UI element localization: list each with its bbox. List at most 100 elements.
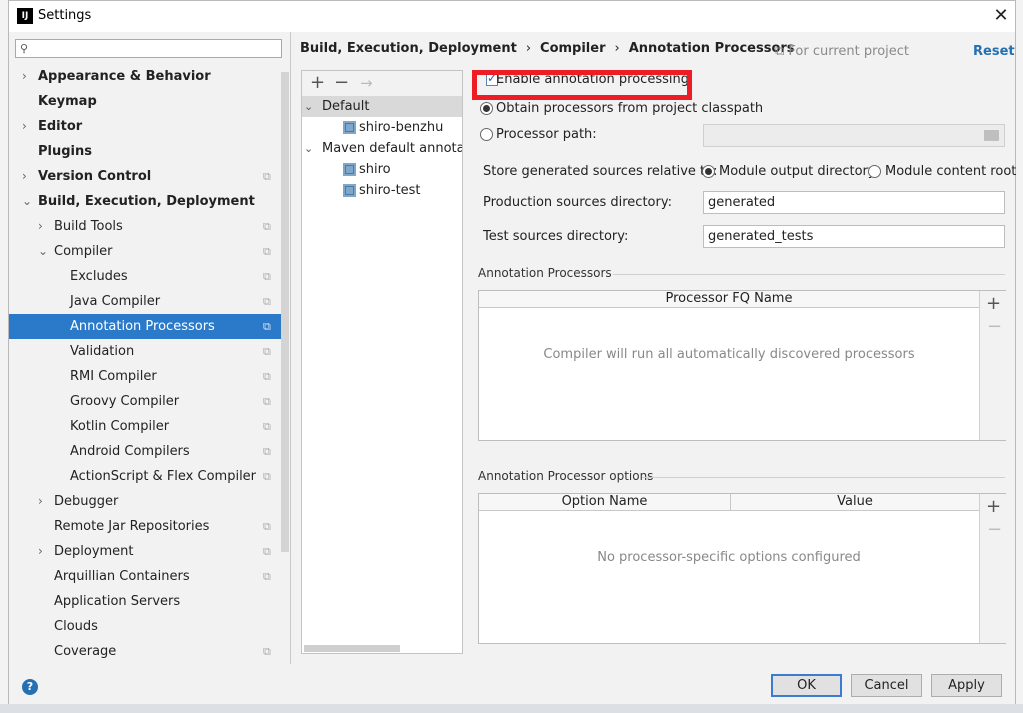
project-scope-icon: ⧉ <box>263 645 271 658</box>
sidebar-item[interactable]: Java Compiler ⧉ <box>9 289 282 314</box>
apply-button[interactable]: Apply <box>931 674 1002 697</box>
sidebar-item-label: Keymap <box>38 94 97 109</box>
background-app-right <box>1016 0 1023 713</box>
module-output-label[interactable]: Module output directory <box>719 164 876 179</box>
remove-processor-button[interactable]: − <box>987 316 1002 337</box>
processor-fq-name-header[interactable]: Processor FQ Name <box>479 291 979 308</box>
search-input[interactable]: ⚲ <box>15 39 282 58</box>
module-content-radio[interactable] <box>868 165 881 178</box>
profile-item[interactable]: shiro <box>302 159 462 180</box>
project-scope-icon: ⧉ <box>263 270 271 283</box>
sidebar-item[interactable]: ActionScript & Flex Compiler ⧉ <box>9 464 282 489</box>
help-icon[interactable]: ? <box>22 679 38 695</box>
sidebar-item[interactable]: Coverage ⧉ <box>9 639 282 664</box>
profiles-hscrollbar[interactable] <box>304 645 400 652</box>
sidebar-item[interactable]: Remote Jar Repositories ⧉ <box>9 514 282 539</box>
breadcrumb-item[interactable]: Compiler <box>540 41 605 56</box>
value-header[interactable]: Value <box>730 494 979 511</box>
sidebar-item-label: Deployment <box>54 544 134 559</box>
remove-profile-button[interactable]: − <box>334 72 349 94</box>
sidebar-item[interactable]: › Deployment ⧉ <box>9 539 282 564</box>
sidebar-item[interactable]: Clouds <box>9 614 282 639</box>
sidebar-item[interactable]: Validation ⧉ <box>9 339 282 364</box>
move-to-profile-button[interactable]: → <box>360 72 373 94</box>
sidebar-item[interactable]: Arquillian Containers ⧉ <box>9 564 282 589</box>
obtain-from-classpath-radio[interactable] <box>480 102 493 115</box>
project-scope-icon: ⧉ <box>263 345 271 358</box>
sidebar-item-label: Debugger <box>54 494 119 509</box>
sidebar-item[interactable]: › Appearance & Behavior <box>9 64 282 89</box>
sidebar-item[interactable]: RMI Compiler ⧉ <box>9 364 282 389</box>
profiles-toolbar: + − → <box>302 71 462 97</box>
reset-link[interactable]: Reset <box>973 44 1015 59</box>
sidebar-item-label: Build, Execution, Deployment <box>38 194 255 209</box>
profile-item[interactable]: shiro-test <box>302 180 462 201</box>
module-content-label[interactable]: Module content root <box>885 164 1016 179</box>
profile-item[interactable]: ⌄ Default <box>302 96 462 117</box>
sidebar-item[interactable]: › Version Control ⧉ <box>9 164 282 189</box>
sidebar-item-label: Plugins <box>38 144 92 159</box>
project-scope-icon: ⧉ <box>263 170 271 183</box>
sidebar-item-label: Remote Jar Repositories <box>54 519 210 534</box>
ok-button[interactable]: OK <box>771 674 842 697</box>
chevron-right-icon[interactable]: › <box>38 214 43 239</box>
chevron-right-icon[interactable]: › <box>22 164 27 189</box>
option-name-header[interactable]: Option Name <box>479 494 730 511</box>
close-icon[interactable]: ✕ <box>989 4 1013 28</box>
sidebar-item[interactable]: Kotlin Compiler ⧉ <box>9 414 282 439</box>
project-scope-icon: ⧉ <box>263 520 271 533</box>
options-toolbar: + − <box>979 494 1006 643</box>
sidebar-item[interactable]: ⌄ Compiler ⧉ <box>9 239 282 264</box>
cancel-button[interactable]: Cancel <box>851 674 922 697</box>
module-icon <box>343 163 356 176</box>
sidebar-item[interactable]: ⌄ Build, Execution, Deployment <box>9 189 282 214</box>
search-icon: ⚲ <box>20 42 29 55</box>
chevron-right-icon[interactable]: › <box>22 114 27 139</box>
add-profile-button[interactable]: + <box>310 72 325 94</box>
section-divider <box>613 274 1005 275</box>
project-scope-icon: ⧉ <box>263 245 271 258</box>
sidebar-item[interactable]: Excludes ⧉ <box>9 264 282 289</box>
production-sources-field[interactable]: generated <box>703 191 1005 214</box>
sidebar-item[interactable]: Plugins <box>9 139 282 164</box>
chevron-down-icon[interactable]: ⌄ <box>304 138 313 159</box>
options-table: Option Name Value No processor-specific … <box>478 493 1006 644</box>
sidebar-item[interactable]: Android Compilers ⧉ <box>9 439 282 464</box>
chevron-down-icon[interactable]: ⌄ <box>38 239 48 264</box>
module-output-radio[interactable] <box>702 165 715 178</box>
sidebar-item[interactable]: › Build Tools ⧉ <box>9 214 282 239</box>
sidebar-item[interactable]: Application Servers <box>9 589 282 614</box>
processor-path-radio[interactable] <box>480 128 493 141</box>
background-app-left <box>0 0 8 713</box>
processor-path-label[interactable]: Processor path: <box>496 127 597 142</box>
sidebar-item[interactable]: Annotation Processors ⧉ <box>9 314 282 339</box>
profile-item[interactable]: ⌄ Maven default annotation processors pro… <box>302 138 462 159</box>
sidebar-item[interactable]: › Editor <box>9 114 282 139</box>
breadcrumb-item[interactable]: Build, Execution, Deployment <box>300 41 517 56</box>
module-icon <box>343 184 356 197</box>
sidebar-item-label: Arquillian Containers <box>54 569 190 584</box>
dialog-button-bar: ? OK Cancel Apply <box>9 664 1015 704</box>
module-icon <box>343 121 356 134</box>
sidebar-scrollbar[interactable] <box>281 72 289 552</box>
profile-item-label: shiro-test <box>359 183 421 198</box>
chevron-right-icon[interactable]: › <box>22 64 27 89</box>
sidebar-item[interactable]: Keymap <box>9 89 282 114</box>
chevron-down-icon[interactable]: ⌄ <box>22 189 32 214</box>
processor-path-field[interactable] <box>703 124 1005 147</box>
obtain-from-classpath-label[interactable]: Obtain processors from project classpath <box>496 101 763 116</box>
chevron-right-icon[interactable]: › <box>38 489 43 514</box>
remove-option-button[interactable]: − <box>987 519 1002 540</box>
chevron-down-icon[interactable]: ⌄ <box>304 96 313 117</box>
test-sources-field[interactable]: generated_tests <box>703 225 1005 248</box>
chevron-right-icon[interactable]: › <box>38 539 43 564</box>
folder-icon[interactable] <box>984 130 999 141</box>
sidebar-item-label: Kotlin Compiler <box>70 419 170 434</box>
profile-item[interactable]: shiro-benzhu <box>302 117 462 138</box>
project-scope-icon: ⧉ <box>263 570 271 583</box>
sidebar-item[interactable]: › Debugger <box>9 489 282 514</box>
add-option-button[interactable]: + <box>986 496 1001 517</box>
sidebar-item-label: RMI Compiler <box>70 369 157 384</box>
add-processor-button[interactable]: + <box>986 293 1001 314</box>
sidebar-item[interactable]: Groovy Compiler ⧉ <box>9 389 282 414</box>
